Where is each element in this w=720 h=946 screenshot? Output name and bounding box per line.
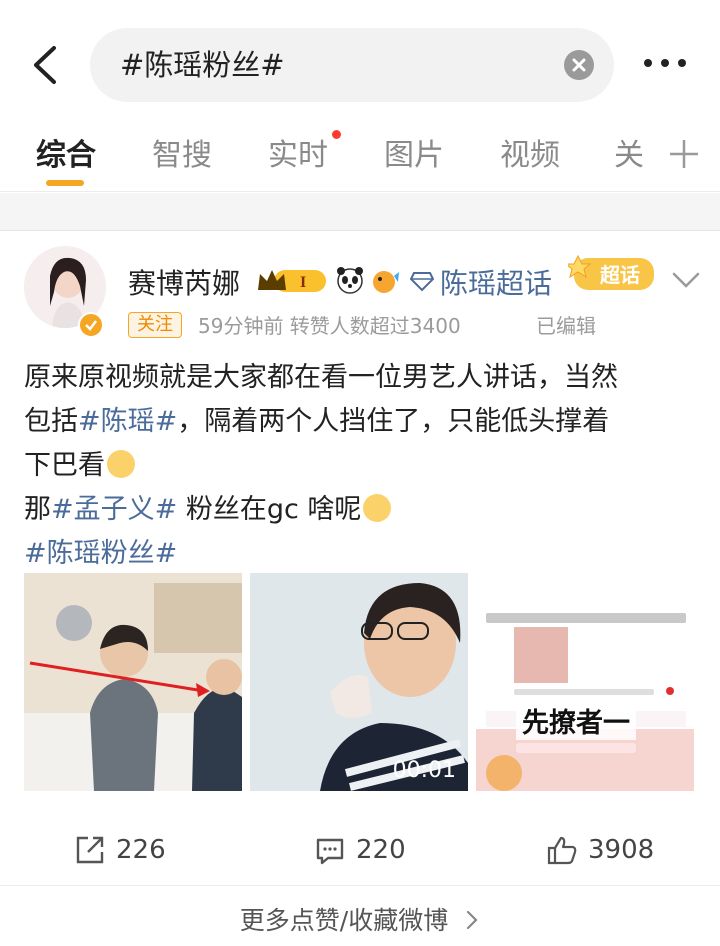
panda-emoji-icon xyxy=(337,267,363,294)
post-text-line: 粉丝在gc 啥呢 xyxy=(177,494,362,525)
post-meta: 59分钟前 转赞人数超过3400 xyxy=(198,314,461,338)
new-dot-badge xyxy=(332,130,341,139)
post-text-line: ，隔着两个人挡住了，只能低头撑着 xyxy=(177,406,610,437)
post-text-line: 那 xyxy=(24,494,51,525)
tab-bar: 综合 智搜 实时 图片 视频 关 xyxy=(0,118,720,192)
plus-icon[interactable] xyxy=(664,134,704,174)
svg-text:I: I xyxy=(300,274,306,291)
repost-count: 226 xyxy=(116,835,166,865)
hashtag-link[interactable]: #陈瑶# xyxy=(78,406,177,437)
clear-search-button[interactable] xyxy=(564,50,594,80)
post-text: 原来原视频就是大家都在看一位男艺人讲话，当然 包括#陈瑶#，隔着两个人挡住了，只… xyxy=(24,356,704,576)
repost-icon xyxy=(76,836,104,864)
active-tab-indicator xyxy=(46,180,84,186)
image-caption: 先撩者一 xyxy=(516,701,636,740)
comment-icon xyxy=(316,838,344,865)
more-liked-posts-link[interactable]: 更多点赞/收藏微博 xyxy=(0,890,720,946)
post-text-line: 包括 xyxy=(24,406,78,437)
svg-text:超话: 超话 xyxy=(599,263,640,287)
screenshot-collage-icon xyxy=(476,573,694,791)
like-count: 3908 xyxy=(588,835,655,865)
section-divider xyxy=(0,193,720,231)
tab-all[interactable]: 综合 xyxy=(36,130,96,174)
search-query: #陈瑶粉丝# xyxy=(120,48,285,82)
close-icon xyxy=(572,58,586,72)
more-liked-posts-label: 更多点赞/收藏微博 xyxy=(239,906,449,935)
comment-count: 220 xyxy=(356,835,406,865)
post-text-line: 原来原视频就是大家都在看一位男艺人讲话，当然 xyxy=(24,362,618,393)
thumbs-up-icon xyxy=(547,836,577,865)
post-text-line: 下巴看 xyxy=(24,450,105,481)
more-options-icon[interactable] xyxy=(640,48,690,78)
hashtag-link[interactable]: #陈瑶粉丝# xyxy=(24,538,177,569)
chevron-down-icon[interactable] xyxy=(668,266,704,292)
thinking-emoji-icon xyxy=(107,450,135,478)
tab-realtime[interactable]: 实时 xyxy=(268,130,328,174)
post-image-3[interactable]: 先撩者一 xyxy=(476,573,694,791)
post-image-1[interactable] xyxy=(24,573,242,791)
back-arrow-icon[interactable] xyxy=(24,40,68,90)
search-input[interactable]: #陈瑶粉丝# xyxy=(90,28,614,102)
verified-badge-icon xyxy=(78,312,104,338)
repost-button[interactable]: 226 xyxy=(74,834,166,866)
tab-images[interactable]: 图片 xyxy=(384,130,444,174)
super-topic-link[interactable]: 陈瑶超话 xyxy=(440,262,552,302)
post-video[interactable]: 00:01 xyxy=(250,573,468,791)
action-bar: 226 220 3908 xyxy=(0,820,720,886)
top-bar: #陈瑶粉丝# xyxy=(0,0,720,120)
super-topic-diamond-icon xyxy=(410,272,434,292)
super-topic-tag-icon: 超话 xyxy=(568,254,654,290)
comment-button[interactable]: 220 xyxy=(314,834,406,866)
edited-label: 已编辑 xyxy=(536,314,596,338)
photo-scene-icon xyxy=(24,573,242,791)
chevron-right-icon xyxy=(467,910,478,930)
author-name[interactable]: 赛博芮娜 xyxy=(128,262,240,302)
video-duration: 00:01 xyxy=(392,758,456,783)
vip-crown-icon: I xyxy=(258,270,326,292)
tab-smart-search[interactable]: 智搜 xyxy=(152,130,212,174)
tab-follow[interactable]: 关 xyxy=(614,130,644,174)
grin-emoji-icon xyxy=(363,494,392,522)
hashtag-link[interactable]: #孟子义# xyxy=(51,494,177,525)
follow-button[interactable]: 关注 xyxy=(128,312,182,338)
like-button[interactable]: 3908 xyxy=(546,834,654,866)
tab-videos[interactable]: 视频 xyxy=(500,130,560,174)
fish-emoji-icon xyxy=(373,271,399,293)
